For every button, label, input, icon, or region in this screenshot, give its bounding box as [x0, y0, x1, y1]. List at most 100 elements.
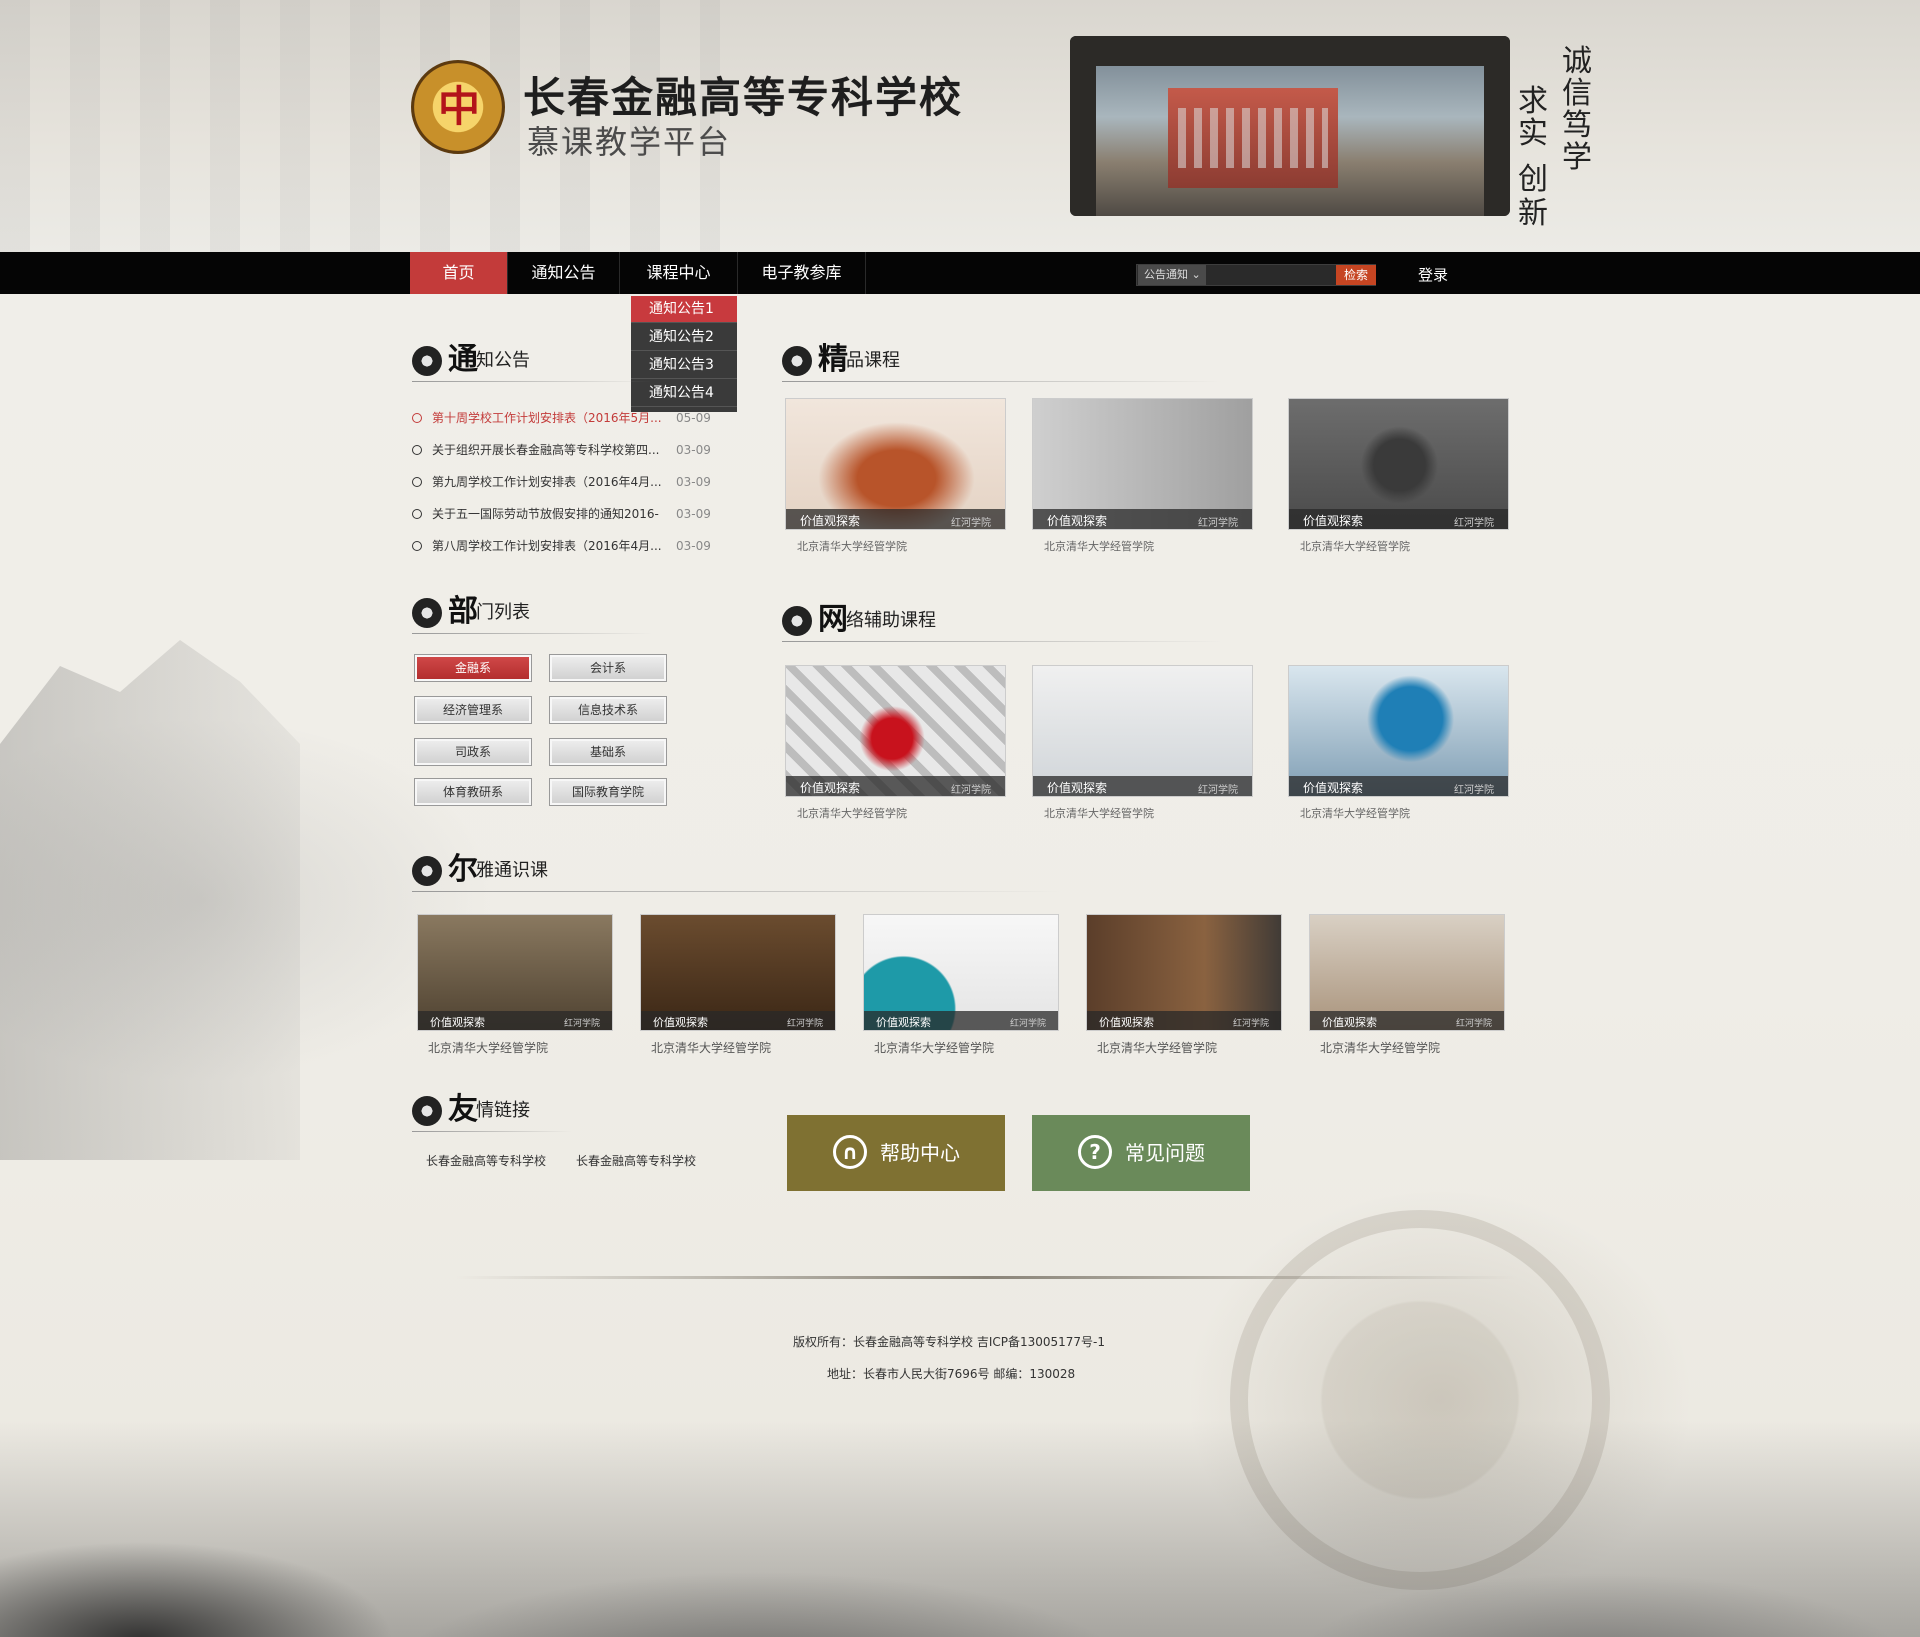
- section-divider: [412, 891, 1062, 892]
- section-title-initial: 友: [448, 1092, 478, 1127]
- general-course-card[interactable]: 价值观探索 红河学院: [1309, 914, 1505, 1031]
- bullet-icon: [412, 477, 422, 487]
- notice-item[interactable]: 关于五一国际劳动节放假安排的通知2016- 03-09: [412, 504, 712, 524]
- bullet-icon: [412, 413, 422, 423]
- dept-button-law[interactable]: 司政系: [414, 738, 532, 766]
- course-card-bar: 价值观探索 红河学院: [786, 509, 1005, 529]
- bullet-icon: [412, 541, 422, 551]
- notice-item[interactable]: 第八周学校工作计划安排表（2016年4月... 03-09: [412, 536, 712, 556]
- course-brand: 红河学院: [1232, 1019, 1269, 1029]
- general-course-card[interactable]: 价值观探索 红河学院: [417, 914, 613, 1031]
- platform-name: 慕课教学平台: [527, 124, 732, 160]
- section-title: 络辅助课程: [846, 610, 936, 631]
- course-card-bar: 价值观探索 红河学院: [864, 1011, 1058, 1030]
- nav-home[interactable]: 首页: [410, 252, 508, 294]
- section-title-initial: 网: [818, 602, 848, 637]
- dept-button-accounting[interactable]: 会计系: [549, 654, 667, 682]
- dropdown-item[interactable]: 通知公告1: [631, 296, 737, 323]
- course-card[interactable]: 价值观探索 红河学院: [1032, 398, 1253, 530]
- search-scope-select[interactable]: 公告通知 ⌄: [1138, 265, 1206, 285]
- motto-char: 学: [1562, 140, 1592, 175]
- faq-button[interactable]: ? 常见问题: [1032, 1115, 1250, 1191]
- course-card[interactable]: 价值观探索 红河学院: [1288, 398, 1509, 530]
- course-caption[interactable]: 北京清华大学经管学院: [1320, 1039, 1440, 1056]
- dept-button-international-education[interactable]: 国际教育学院: [549, 778, 667, 806]
- course-card[interactable]: 价值观探索 红河学院: [1288, 665, 1509, 797]
- course-caption[interactable]: 北京清华大学经管学院: [1044, 538, 1154, 554]
- course-card-bar: 价值观探索 红河学院: [418, 1011, 612, 1030]
- course-caption[interactable]: 北京清华大学经管学院: [874, 1039, 994, 1056]
- course-card[interactable]: 价值观探索 红河学院: [785, 665, 1006, 797]
- course-caption[interactable]: 北京清华大学经管学院: [797, 538, 907, 554]
- general-course-card[interactable]: 价值观探索 红河学院: [863, 914, 1059, 1031]
- notice-date: 03-09: [676, 507, 711, 521]
- nav-e-reference-library[interactable]: 电子教参库: [738, 252, 866, 294]
- friendly-link[interactable]: 长春金融高等专科学校: [426, 1152, 546, 1169]
- general-course-card[interactable]: 价值观探索 红河学院: [640, 914, 836, 1031]
- course-brand: 红河学院: [1198, 518, 1238, 529]
- general-course-card[interactable]: 价值观探索 红河学院: [1086, 914, 1282, 1031]
- section-title: 门列表: [476, 602, 530, 623]
- section-title: 知公告: [476, 350, 530, 371]
- search-input[interactable]: [1210, 265, 1336, 285]
- background-ink-mountains: [0, 1420, 1920, 1637]
- course-tag: 价值观探索: [653, 1016, 708, 1029]
- course-tag: 价值观探索: [876, 1016, 931, 1029]
- course-card-bar: 价值观探索 红河学院: [1033, 509, 1252, 529]
- course-brand: 红河学院: [1454, 518, 1494, 529]
- notice-item[interactable]: 关于组织开展长春金融高等专科学校第四... 03-09: [412, 440, 712, 460]
- nav-notices[interactable]: 通知公告: [508, 252, 620, 294]
- general-education-section-header: 尔 雅通识课: [412, 852, 1062, 892]
- course-card[interactable]: 价值观探索 红河学院: [1032, 665, 1253, 797]
- departments-section-header: 部 门列表: [412, 594, 702, 634]
- course-caption[interactable]: 北京清华大学经管学院: [1097, 1039, 1217, 1056]
- section-emblem-icon: [412, 856, 442, 886]
- course-tag: 价值观探索: [1047, 514, 1108, 528]
- question-icon: ?: [1078, 1135, 1112, 1169]
- notice-date: 05-09: [676, 411, 711, 425]
- course-caption[interactable]: 北京清华大学经管学院: [797, 805, 907, 821]
- course-caption[interactable]: 北京清华大学经管学院: [1044, 805, 1154, 821]
- motto-char: 实: [1518, 116, 1548, 151]
- notice-item[interactable]: 第十周学校工作计划安排表（2016年5月... 05-09: [412, 408, 712, 428]
- bullet-icon: [412, 445, 422, 455]
- dept-button-information-technology[interactable]: 信息技术系: [549, 696, 667, 724]
- dropdown-item[interactable]: 通知公告4: [631, 380, 737, 407]
- notice-date: 03-09: [676, 475, 711, 489]
- course-card-bar: 价值观探索 红河学院: [786, 776, 1005, 796]
- section-emblem-icon: [412, 598, 442, 628]
- course-caption[interactable]: 北京清华大学经管学院: [1300, 805, 1410, 821]
- friendly-link[interactable]: 长春金融高等专科学校: [576, 1152, 696, 1169]
- course-tag: 价值观探索: [1047, 781, 1108, 795]
- course-caption[interactable]: 北京清华大学经管学院: [428, 1039, 548, 1056]
- notice-title: 第九周学校工作计划安排表（2016年4月...: [432, 475, 662, 489]
- section-divider: [782, 381, 1222, 382]
- course-brand: 红河学院: [563, 1019, 600, 1029]
- main-nav: 首页 通知公告 课程中心 电子教参库: [0, 252, 1920, 294]
- course-card[interactable]: 价值观探索 红河学院: [785, 398, 1006, 530]
- nav-course-center[interactable]: 课程中心: [620, 252, 738, 294]
- school-logo[interactable]: 中: [411, 60, 505, 154]
- online-courses-section-header: 网 络辅助课程: [782, 602, 1222, 642]
- section-divider: [412, 381, 652, 382]
- campus-gate-frame: [1070, 36, 1510, 216]
- section-emblem-icon: [412, 1096, 442, 1126]
- notice-title: 第十周学校工作计划安排表（2016年5月...: [432, 411, 662, 425]
- search-button[interactable]: 检索: [1336, 265, 1376, 285]
- dept-button-physical-education[interactable]: 体育教研系: [414, 778, 532, 806]
- course-tag: 价值观探索: [430, 1016, 485, 1029]
- course-brand: 红河学院: [951, 518, 991, 529]
- course-caption[interactable]: 北京清华大学经管学院: [651, 1039, 771, 1056]
- school-motto: 诚 信 笃 学 求 实 创 新: [1518, 40, 1598, 231]
- help-center-button[interactable]: ∩ 帮助中心: [787, 1115, 1005, 1191]
- notice-item[interactable]: 第九周学校工作计划安排表（2016年4月... 03-09: [412, 472, 712, 492]
- course-tag: 价值观探索: [1303, 781, 1364, 795]
- notice-title: 关于组织开展长春金融高等专科学校第四...: [432, 443, 660, 457]
- dept-button-economic-management[interactable]: 经济管理系: [414, 696, 532, 724]
- login-link[interactable]: 登录: [1418, 264, 1448, 286]
- notice-title: 第八周学校工作计划安排表（2016年4月...: [432, 539, 662, 553]
- dept-button-finance[interactable]: 金融系: [414, 654, 532, 682]
- course-caption[interactable]: 北京清华大学经管学院: [1300, 538, 1410, 554]
- dept-button-foundation[interactable]: 基础系: [549, 738, 667, 766]
- background-people-image: [0, 640, 300, 1160]
